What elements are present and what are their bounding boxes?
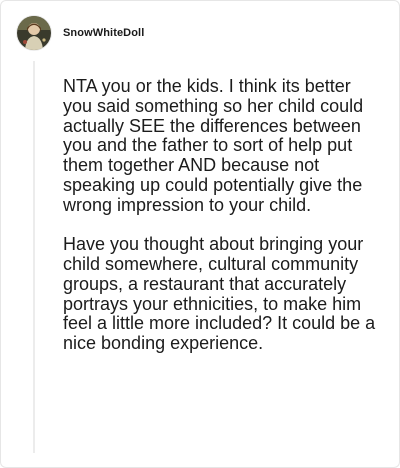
avatar-icon bbox=[17, 16, 51, 50]
comment-card: SnowWhiteDoll NTA you or the kids. I thi… bbox=[0, 0, 400, 468]
comment-username[interactable]: SnowWhiteDoll bbox=[63, 27, 144, 39]
thread-line[interactable] bbox=[33, 61, 35, 453]
comment-paragraph: Have you thought about bringing your chi… bbox=[63, 234, 376, 354]
comment-paragraph: NTA you or the kids. I think its better … bbox=[63, 76, 364, 215]
user-avatar[interactable] bbox=[17, 16, 51, 50]
comment-body: NTA you or the kids. I think its better … bbox=[63, 76, 381, 354]
comment-header: SnowWhiteDoll bbox=[17, 15, 144, 51]
